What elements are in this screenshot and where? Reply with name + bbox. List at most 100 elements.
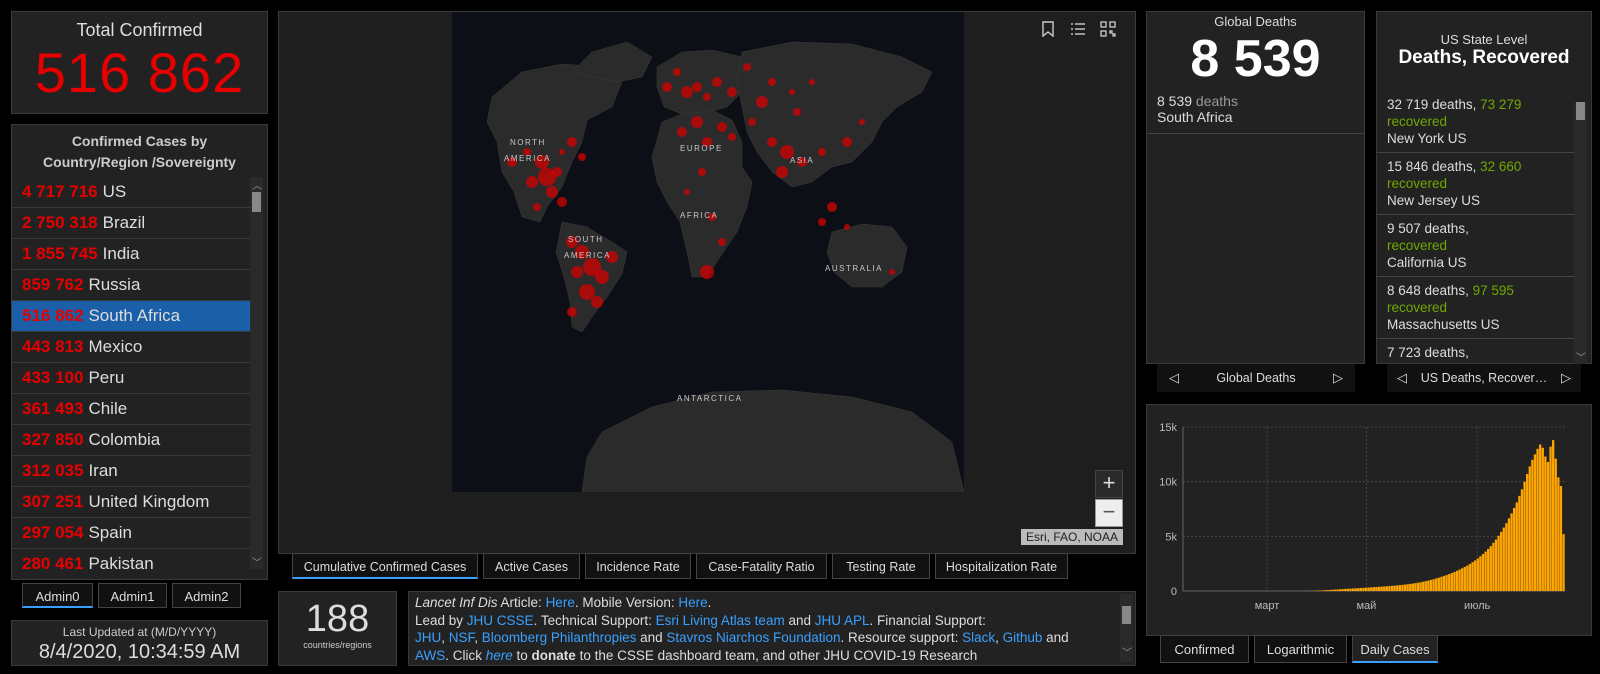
- us-state-row[interactable]: 8 648 deaths, 97 595 recovered Massachuset…: [1377, 277, 1575, 339]
- daily-cases-bar: [1416, 582, 1420, 591]
- stavros-link[interactable]: Stavros Niarchos Foundation: [666, 630, 840, 645]
- tab-confirmed[interactable]: Confirmed: [1160, 635, 1249, 663]
- scroll-up-icon[interactable]: ︿: [252, 177, 262, 192]
- country-row[interactable]: 2 750 318 Brazil: [12, 208, 252, 239]
- country-row[interactable]: 312 035 Iran: [12, 456, 252, 487]
- next-arrow-icon[interactable]: ▷: [1333, 364, 1343, 392]
- country-list-scrollbar[interactable]: ︿ ﹀: [250, 177, 263, 569]
- state-recovered-count: 32 660: [1480, 159, 1522, 174]
- scroll-thumb[interactable]: [1576, 102, 1585, 120]
- scroll-thumb[interactable]: [1122, 606, 1131, 624]
- prev-arrow-icon[interactable]: ◁: [1169, 364, 1179, 392]
- jhu-link[interactable]: JHU: [415, 630, 441, 645]
- daily-cases-bar: [1533, 454, 1537, 591]
- global-deaths-nav: ◁ Global Deaths ▷: [1157, 364, 1355, 392]
- tab-active-cases[interactable]: Active Cases: [483, 553, 580, 579]
- y-tick-label: 5k: [1165, 531, 1177, 543]
- map-label-europe: EUROPE: [680, 144, 723, 153]
- qr-grid-icon[interactable]: [1095, 20, 1121, 46]
- daily-cases-bar: [1476, 558, 1479, 591]
- world-map[interactable]: NORTH AMERICA EUROPE ASIA AFRICA SOUTH A…: [452, 12, 964, 492]
- tab-admin0[interactable]: Admin0: [22, 583, 93, 608]
- article-link[interactable]: Here: [546, 595, 575, 610]
- x-tick-label: март: [1255, 600, 1280, 612]
- aws-link[interactable]: AWS: [415, 648, 445, 663]
- daily-cases-bar: [1401, 584, 1404, 591]
- daily-cases-bar: [1442, 575, 1446, 591]
- y-tick-label: 15k: [1159, 422, 1177, 434]
- state-name: California US: [1387, 255, 1467, 270]
- scroll-thumb[interactable]: [252, 192, 261, 212]
- us-state-row[interactable]: 15 846 deaths, 32 660 recovered New Jersey…: [1377, 153, 1575, 215]
- info-text: to: [512, 647, 532, 663]
- bloomberg-link[interactable]: Bloomberg Philanthropies: [482, 630, 637, 645]
- daily-cases-bar: [1385, 586, 1388, 591]
- country-count: 297 054: [22, 523, 84, 542]
- nsf-link[interactable]: NSF: [449, 630, 475, 645]
- daily-cases-bar: [1398, 585, 1401, 591]
- country-row[interactable]: 1 855 745 India: [12, 239, 252, 270]
- info-text: Lead by: [415, 612, 467, 628]
- country-row[interactable]: 361 493 Chile: [12, 394, 252, 425]
- global-deaths-item[interactable]: 8 539 deaths South Africa: [1147, 89, 1364, 134]
- us-state-row[interactable]: 32 719 deaths, 73 279 recovered New York U…: [1377, 91, 1575, 153]
- country-row[interactable]: 433 100 Peru: [12, 363, 252, 394]
- daily-cases-bar: [1554, 458, 1557, 591]
- daily-cases-bar: [1380, 586, 1383, 591]
- prev-arrow-icon[interactable]: ◁: [1397, 364, 1407, 392]
- country-row[interactable]: 516 862 South Africa: [12, 301, 252, 332]
- jhu-csse-link[interactable]: JHU CSSE: [467, 613, 534, 628]
- deaths-suffix: deaths: [1192, 93, 1238, 109]
- next-arrow-icon[interactable]: ▷: [1561, 364, 1571, 392]
- bookmark-icon[interactable]: [1035, 20, 1061, 46]
- daily-cases-bar: [1328, 589, 1331, 591]
- tab-admin1[interactable]: Admin1: [98, 583, 167, 608]
- country-name: US: [102, 182, 127, 201]
- esri-team-link[interactable]: Esri Living Atlas team: [656, 613, 785, 628]
- github-link[interactable]: Github: [1003, 630, 1043, 645]
- country-row[interactable]: 443 813 Mexico: [12, 332, 252, 363]
- north-america-shape: [486, 63, 623, 223]
- country-row[interactable]: 297 054 Spain: [12, 518, 252, 549]
- zoom-in-button[interactable]: +: [1095, 470, 1123, 498]
- us-state-scrollbar[interactable]: ﹀: [1574, 102, 1587, 364]
- country-row[interactable]: 280 461 Pakistan: [12, 549, 252, 580]
- info-text: ,: [995, 630, 1003, 645]
- info-text: to the CSSE dashboard team, and other JH…: [575, 647, 978, 663]
- daily-cases-bar: [1494, 539, 1498, 591]
- country-row[interactable]: 4 717 716 US: [12, 177, 252, 208]
- scroll-down-icon[interactable]: ﹀: [252, 554, 262, 569]
- info-text: ,: [441, 630, 449, 645]
- global-deaths-title: Global Deaths: [1214, 14, 1297, 29]
- tab-hospitalization-rate[interactable]: Hospitalization Rate: [935, 553, 1068, 579]
- deaths-country: South Africa: [1157, 109, 1233, 125]
- tab-admin2[interactable]: Admin2: [172, 583, 241, 608]
- tab-cumulative-confirmed[interactable]: Cumulative Confirmed Cases: [292, 553, 478, 579]
- tab-daily-cases[interactable]: Daily Cases: [1352, 635, 1438, 663]
- scroll-down-icon[interactable]: ﹀: [1576, 349, 1586, 364]
- info-scrollbar[interactable]: ﹀: [1120, 594, 1133, 662]
- zoom-out-button[interactable]: −: [1095, 499, 1123, 527]
- tab-case-fatality[interactable]: Case-Fatality Ratio: [696, 553, 827, 579]
- jhu-apl-link[interactable]: JHU APL: [815, 613, 870, 628]
- country-row[interactable]: 327 850 Colombia: [12, 425, 252, 456]
- state-deaths: 7 723 deaths,: [1387, 345, 1469, 360]
- donate-here-link[interactable]: here: [486, 648, 513, 663]
- daily-cases-bar: [1497, 535, 1500, 591]
- tab-incidence-rate[interactable]: Incidence Rate: [585, 553, 691, 579]
- map-label-america: AMERICA: [504, 154, 551, 163]
- scroll-down-icon[interactable]: ﹀: [1122, 645, 1132, 663]
- daily-cases-bar: [1479, 556, 1482, 591]
- daily-cases-bar: [1357, 588, 1360, 591]
- tab-testing-rate[interactable]: Testing Rate: [832, 553, 930, 579]
- tab-logarithmic[interactable]: Logarithmic: [1254, 635, 1347, 663]
- daily-cases-bar: [1323, 590, 1326, 591]
- slack-link[interactable]: Slack: [962, 630, 995, 645]
- country-row[interactable]: 859 762 Russia: [12, 270, 252, 301]
- mobile-version-link[interactable]: Here: [678, 595, 707, 610]
- country-name: Brazil: [102, 213, 146, 232]
- us-state-row[interactable]: 9 507 deaths, recovered California US: [1377, 215, 1575, 277]
- legend-list-icon[interactable]: [1065, 20, 1091, 46]
- country-row[interactable]: 307 251 United Kingdom: [12, 487, 252, 518]
- daily-cases-bar: [1557, 477, 1560, 591]
